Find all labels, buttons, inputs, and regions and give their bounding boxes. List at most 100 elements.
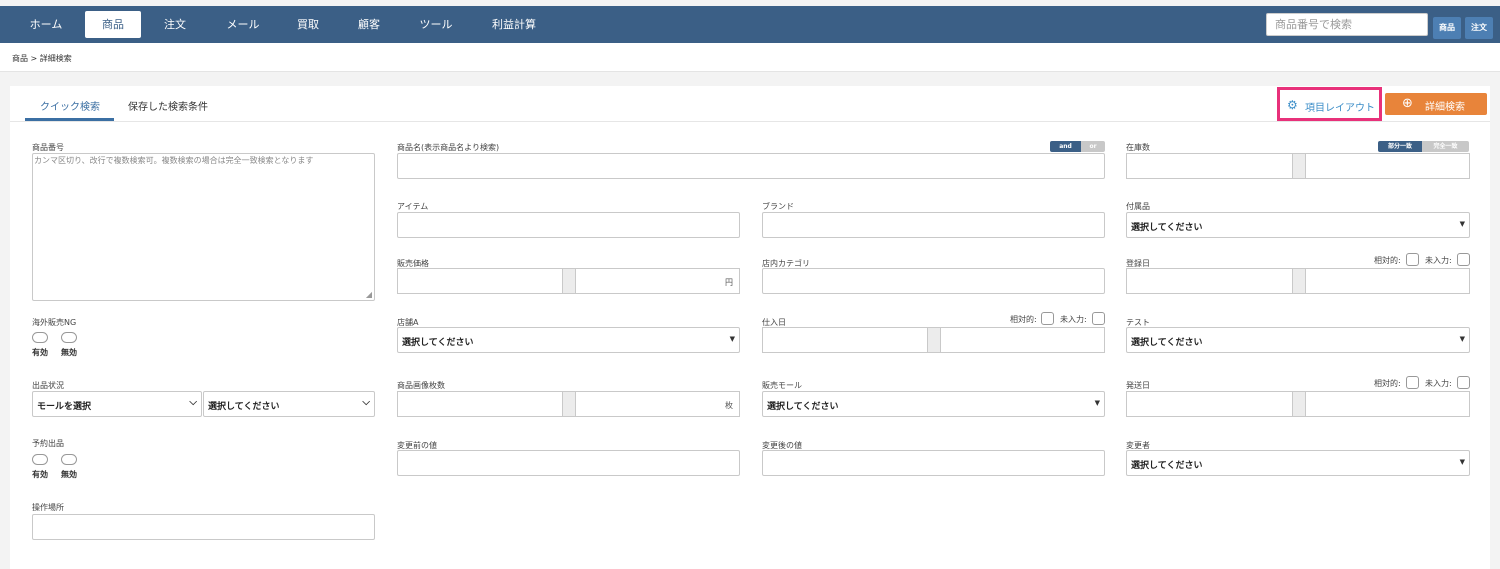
mall-select-value: モールを選択 (37, 402, 92, 412)
image-count-min-input[interactable] (397, 391, 563, 417)
ship-date-unentered-checkbox[interactable] (1457, 376, 1470, 389)
caret-down-icon: ▼ (1459, 458, 1465, 466)
caret-down-icon: ▼ (729, 335, 735, 343)
breadcrumb: 商品 > 詳細検索 (12, 54, 72, 63)
changer-select[interactable]: 選択してください ▼ (1126, 450, 1470, 476)
accessory-label: 付属品 (1126, 202, 1150, 211)
pre-order-yes-radio[interactable] (32, 454, 48, 465)
pre-order-no-radio[interactable] (61, 454, 77, 465)
advanced-search-button[interactable]: ⊕ 詳細検索 (1385, 93, 1487, 115)
overseas-ng-yes-radio[interactable] (32, 332, 48, 343)
range-separator (1293, 153, 1305, 179)
reg-date-to-input[interactable] (1305, 268, 1470, 294)
accessory-select-value: 選択してください (1131, 223, 1203, 233)
ship-date-to-input[interactable] (1305, 391, 1470, 417)
nav-item-tools[interactable]: ツール (408, 11, 464, 38)
product-number-placeholder: カンマ区切り、改行で複数検索可。複数検索の場合は完全一致検索となります (34, 156, 314, 165)
operation-place-input[interactable] (32, 514, 375, 540)
sales-mall-select[interactable]: 選択してください ▼ (762, 391, 1105, 417)
exact-match-toggle[interactable]: 完全一致 (1422, 141, 1469, 152)
nav-item-customers[interactable]: 顧客 (344, 11, 394, 38)
tab-saved-conditions[interactable]: 保存した検索条件 (128, 98, 208, 113)
store-a-select[interactable]: 選択してください ▼ (397, 327, 740, 353)
image-count-label: 商品画像枚数 (397, 381, 445, 390)
reg-date-from-input[interactable] (1126, 268, 1293, 294)
advanced-search-label: 詳細検索 (1425, 102, 1465, 113)
ship-date-label: 発送日 (1126, 381, 1150, 390)
nav-item-mail[interactable]: メール (215, 11, 271, 38)
purchase-date-unentered-checkbox[interactable] (1092, 312, 1105, 325)
reg-date-relative-checkbox[interactable] (1406, 253, 1419, 266)
purchase-date-to-input[interactable] (940, 327, 1105, 353)
listing-status-select[interactable]: 選択してください ⌵ (203, 391, 375, 417)
breadcrumb-bar: 商品 > 詳細検索 (0, 43, 1500, 72)
chevron-down-icon: ⌵ (362, 397, 370, 408)
listing-status-label: 出品状況 (32, 381, 64, 390)
product-name-label: 商品名(表示商品名より検索) (397, 143, 500, 152)
product-name-input[interactable] (397, 153, 1105, 179)
nav-item-purchase[interactable]: 買取 (283, 11, 333, 38)
resize-grip-icon[interactable]: ◢ (366, 290, 372, 299)
and-toggle[interactable]: and (1050, 141, 1081, 152)
range-separator (1293, 268, 1305, 294)
tab-quick-search[interactable]: クイック検索 (40, 98, 100, 113)
item-input[interactable] (397, 212, 740, 238)
brand-label: ブランド (762, 202, 794, 211)
nav-item-products[interactable]: 商品 (85, 11, 141, 38)
listing-status-select-value: 選択してください (208, 402, 280, 412)
caret-down-icon: ▼ (1459, 220, 1465, 228)
product-number-label: 商品番号 (32, 143, 64, 152)
price-min-input[interactable] (397, 268, 563, 294)
image-count-unit: 枚 (725, 401, 733, 410)
before-value-input[interactable] (397, 450, 740, 476)
stock-max-input[interactable] (1305, 153, 1470, 179)
sales-mall-label: 販売モール (762, 381, 802, 390)
sales-mall-select-value: 選択してください (767, 402, 839, 412)
relative-label: 相対的: (1010, 315, 1037, 324)
ship-date-from-input[interactable] (1126, 391, 1293, 417)
gear-icon: ⚙ (1287, 98, 1298, 112)
image-count-range: 枚 (397, 391, 740, 417)
overseas-ng-label: 海外販売NG (32, 318, 77, 327)
image-count-max-input[interactable]: 枚 (575, 391, 740, 417)
ship-date-relative-checkbox[interactable] (1406, 376, 1419, 389)
search-order-button[interactable]: 注文 (1465, 17, 1493, 39)
nav-item-orders[interactable]: 注文 (150, 11, 200, 38)
reg-date-range (1126, 268, 1470, 294)
product-number-textarea[interactable]: カンマ区切り、改行で複数検索可。複数検索の場合は完全一致検索となります ◢ (32, 153, 375, 301)
range-separator (563, 391, 575, 417)
unentered-label: 未入力: (1425, 379, 1452, 388)
search-panel: クイック検索 保存した検索条件 ⚙ 項目レイアウト ⊕ 詳細検索 商品番号 カン… (10, 86, 1490, 569)
stock-label: 在庫数 (1126, 143, 1150, 152)
purchase-date-range (762, 327, 1105, 353)
purchase-date-from-input[interactable] (762, 327, 928, 353)
accessory-select[interactable]: 選択してください ▼ (1126, 212, 1470, 238)
nav-item-profit[interactable]: 利益計算 (482, 11, 546, 38)
range-separator (563, 268, 575, 294)
price-max-input[interactable]: 円 (575, 268, 740, 294)
product-number-search-input[interactable] (1266, 13, 1428, 36)
radio-yes-label: 有効 (32, 470, 48, 479)
caret-down-icon: ▼ (1094, 399, 1100, 407)
brand-input[interactable] (762, 212, 1105, 238)
range-separator (928, 327, 940, 353)
reg-date-unentered-checkbox[interactable] (1457, 253, 1470, 266)
purchase-date-relative-checkbox[interactable] (1041, 312, 1054, 325)
search-product-button[interactable]: 商品 (1433, 17, 1461, 39)
after-value-input[interactable] (762, 450, 1105, 476)
pre-order-label: 予約出品 (32, 439, 64, 448)
radio-no-label: 無効 (61, 470, 77, 479)
radio-yes-label: 有効 (32, 348, 48, 357)
stock-range (1126, 153, 1470, 179)
store-a-select-value: 選択してください (402, 338, 474, 348)
partial-match-toggle[interactable]: 部分一致 (1378, 141, 1422, 152)
mall-select[interactable]: モールを選択 ⌵ (32, 391, 202, 417)
stock-min-input[interactable] (1126, 153, 1293, 179)
store-category-input[interactable] (762, 268, 1105, 294)
caret-down-icon: ▼ (1459, 335, 1465, 343)
test-select[interactable]: 選択してください ▼ (1126, 327, 1470, 353)
nav-item-home[interactable]: ホーム (18, 11, 74, 38)
field-layout-button[interactable]: ⚙ 項目レイアウト (1277, 87, 1382, 121)
or-toggle[interactable]: or (1081, 141, 1105, 152)
overseas-ng-no-radio[interactable] (61, 332, 77, 343)
